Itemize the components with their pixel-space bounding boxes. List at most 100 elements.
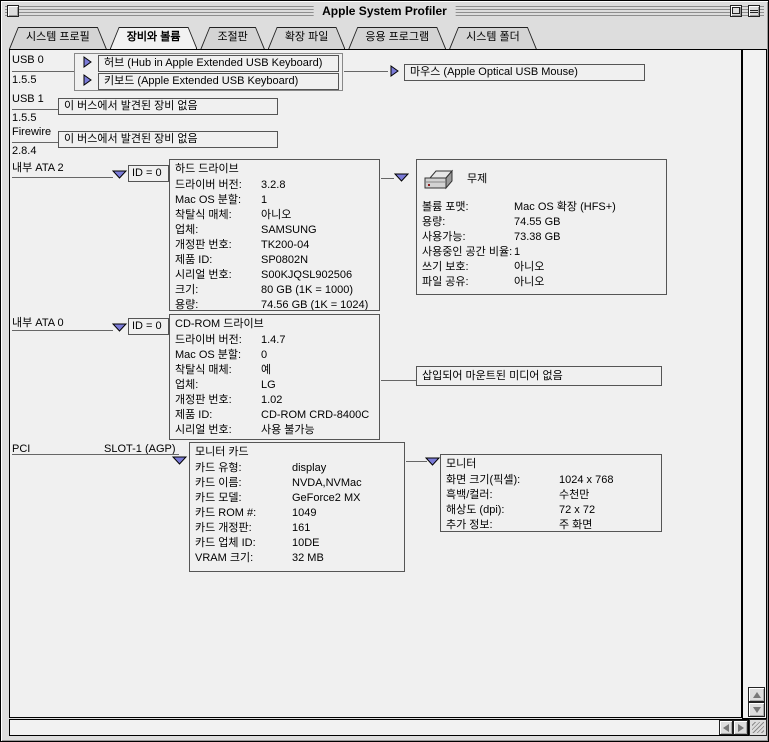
field-label: 착탈식 매체: [175,208,261,223]
field-value: 74.55 GB [514,215,560,230]
tab-applications[interactable]: 응용 프로그램 [348,27,446,49]
field-label: 카드 ROM #: [195,506,292,521]
field-label: 흑백/컬러: [446,488,559,503]
field-value: SP0802N [261,253,308,268]
hard-disk-icon [423,168,455,197]
scroll-up-button[interactable] [748,687,765,702]
monitor-card-info-box: 모니터 카드 카드 유형:display 카드 이름:NVDA,NVMac 카드… [189,442,405,572]
scroll-down-button[interactable] [748,702,765,717]
arrow-down-icon [753,707,761,713]
bus-firewire-version: 2.8.4 [12,145,36,157]
field-value: 주 화면 [559,518,592,532]
field-label: 쓰기 보호: [422,260,514,275]
field-label: 업체: [175,223,261,238]
connector-line [381,380,416,381]
disclosure-triangle-down-icon[interactable] [394,173,409,183]
field-label: VRAM 크기: [195,551,292,566]
disclosure-triangle-right-icon[interactable] [390,65,399,77]
disclosure-triangle-down-icon[interactable] [172,456,187,466]
bus-firewire-label: Firewire [12,126,51,138]
field-label: 시리얼 번호: [175,268,261,283]
field-value: 1049 [292,506,316,521]
window-title: Apple System Profiler [313,4,456,19]
connector-line [12,109,58,110]
zoom-box[interactable] [730,5,742,17]
field-label: 크기: [175,283,261,298]
tab-system-profile[interactable]: 시스템 프로필 [9,27,107,49]
field-label: 시리얼 번호: [175,423,261,438]
monitor-card-title: 모니터 카드 [190,445,404,461]
field-value: 아니오 [514,260,544,275]
arrow-up-icon [753,692,761,698]
field-label: 드라이버 버전: [175,333,261,348]
bus-usb1-version: 1.5.5 [12,112,36,124]
arrow-left-icon [723,724,729,732]
field-value: 0 [261,348,267,363]
hard-drive-info-box: 하드 드라이브 드라이버 버전:3.2.8 Mac OS 분할:1 착탈식 매체… [169,159,380,311]
disclosure-triangle-right-icon[interactable] [83,74,92,86]
ata2-id-box[interactable]: ID = 0 [128,165,169,182]
tab-label: 응용 프로그램 [348,27,446,48]
field-value: 아니오 [261,208,291,223]
field-label: 개정판 번호: [175,393,261,408]
field-value: TK200-04 [261,238,309,253]
field-label: 카드 모델: [195,491,292,506]
field-label: 개정판 번호: [175,238,261,253]
scroll-left-button[interactable] [719,720,733,735]
field-value: CD-ROM CRD-8400C [261,408,369,423]
field-label: 볼륨 포맷: [422,200,514,215]
tab-system-folders[interactable]: 시스템 폴더 [449,27,537,49]
usb-mouse-device-box[interactable]: 마우스 (Apple Optical USB Mouse) [404,64,645,81]
tab-extensions[interactable]: 확장 파일 [268,27,346,49]
field-value: 72 x 72 [559,503,595,518]
field-value: 32 MB [292,551,324,566]
resize-grip[interactable] [749,719,767,736]
horizontal-scrollbar[interactable] [9,719,749,736]
tab-control-panels[interactable]: 조절판 [200,27,264,49]
bus-ata2-label: 내부 ATA 2 [12,159,64,175]
tab-devices-and-volumes[interactable]: 장비와 볼륨 [110,27,198,49]
scroll-right-button[interactable] [733,720,748,735]
monitor-info-box: 모니터 화면 크기(픽셀):1024 x 768 흑백/컬러:수천만 해상도 (… [440,454,662,532]
field-label: 용량: [422,215,514,230]
field-label: 카드 유형: [195,461,292,476]
vertical-scrollbar[interactable] [742,49,767,719]
disclosure-triangle-down-icon[interactable] [112,170,127,180]
field-label: 사용중인 공간 비율: [422,245,514,260]
field-label: 파일 공유: [422,275,514,290]
bus-usb0-version: 1.5.5 [12,74,36,86]
field-value: SAMSUNG [261,223,317,238]
volume-name[interactable]: 무제 [467,170,487,186]
cdrom-info-box: CD-ROM 드라이브 드라이버 버전:1.4.7 Mac OS 분할:0 착탈… [169,314,380,440]
usb-hub-device-box[interactable]: 허브 (Hub in Apple Extended USB Keyboard) [98,55,339,72]
volume-info-box: 무제 볼륨 포맷:Mac OS 확장 (HFS+) 용량:74.55 GB 사용… [416,159,667,295]
field-label: 사용가능: [422,230,514,245]
disclosure-triangle-right-icon[interactable] [83,56,92,68]
field-value: 1 [261,193,267,208]
field-value: 3.2.8 [261,178,285,193]
connector-line [12,330,113,331]
disclosure-triangle-down-icon[interactable] [112,323,127,333]
collapse-box[interactable] [748,5,760,17]
close-box[interactable] [7,5,19,17]
bus-ata0-label: 내부 ATA 0 [12,314,64,330]
ata0-id-box[interactable]: ID = 0 [128,318,169,335]
no-media-box: 삽입되어 마운트된 미디어 없음 [416,366,662,386]
field-label: Mac OS 분할: [175,193,261,208]
connector-line [12,142,58,143]
field-value: 161 [292,521,310,536]
field-value: Mac OS 확장 (HFS+) [514,200,616,215]
field-value: LG [261,378,276,393]
disclosure-triangle-down-icon[interactable] [425,457,440,467]
field-value: 1 [514,245,520,260]
tab-label: 장비와 볼륨 [110,27,198,48]
usb1-empty-box: 이 버스에서 발견된 장비 없음 [58,98,278,115]
field-label: 제품 ID: [175,253,261,268]
title-bar[interactable]: Apple System Profiler [5,4,764,19]
field-label: 화면 크기(픽셀): [446,473,559,488]
field-value: 1.4.7 [261,333,285,348]
connector-line [12,177,113,178]
usb-keyboard-device-box[interactable]: 키보드 (Apple Extended USB Keyboard) [98,73,339,90]
apple-system-profiler-window: Apple System Profiler 시스템 프로필 장비와 볼륨 조절판… [0,0,769,742]
field-label: 업체: [175,378,261,393]
